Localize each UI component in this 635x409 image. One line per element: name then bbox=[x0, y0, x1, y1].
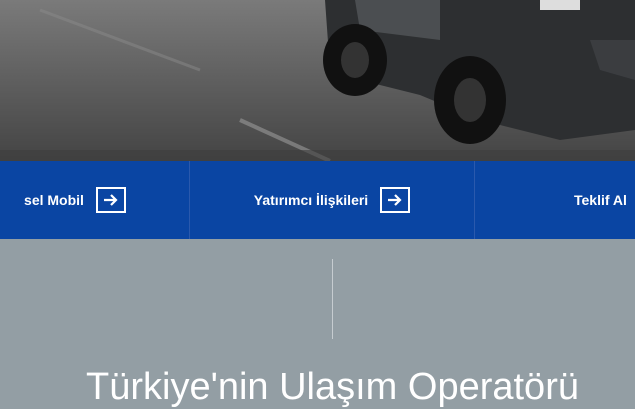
van-on-road-illustration bbox=[0, 0, 635, 161]
nav-item-get-quote[interactable]: Teklif Al bbox=[475, 161, 635, 239]
nav-item-mobil[interactable]: sel Mobil bbox=[0, 161, 190, 239]
section-title: Türkiye'nin Ulaşım Operatörü bbox=[86, 366, 579, 408]
arrow-right-icon bbox=[95, 187, 126, 213]
vertical-divider-line bbox=[332, 259, 333, 339]
arrow-right-icon bbox=[380, 187, 411, 213]
nav-item-label: sel Mobil bbox=[24, 192, 84, 208]
nav-item-investor-relations[interactable]: Yatırımcı İlişkileri bbox=[190, 161, 474, 239]
nav-item-label: Teklif Al bbox=[574, 192, 627, 208]
intro-section: Türkiye'nin Ulaşım Operatörü bbox=[0, 239, 635, 408]
nav-item-label: Yatırımcı İlişkileri bbox=[253, 192, 369, 208]
quick-links-bar: sel Mobil Yatırımcı İlişkileri Teklif Al bbox=[0, 161, 635, 239]
hero-image bbox=[0, 0, 635, 161]
